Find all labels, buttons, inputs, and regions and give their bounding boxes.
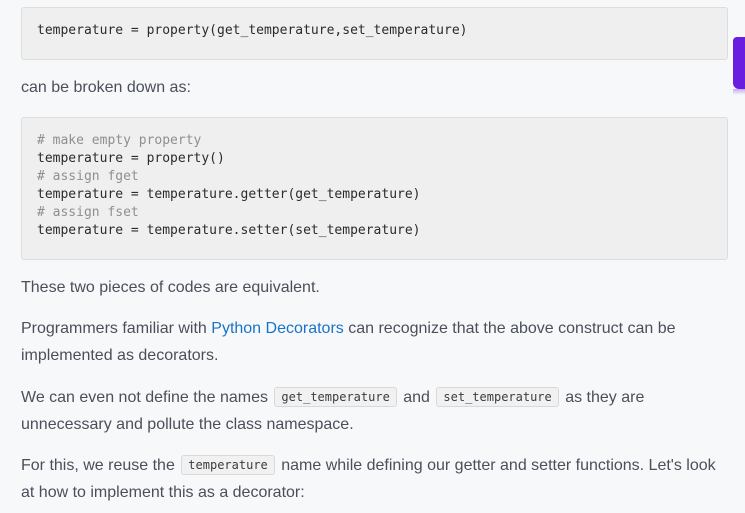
code-line: temperature = property(): [37, 151, 225, 166]
python-decorators-link[interactable]: Python Decorators: [211, 320, 344, 337]
paragraph-text: Programmers familiar with: [21, 320, 212, 337]
code-line: temperature = property(get_temperature,s…: [37, 23, 468, 38]
code-block-breakdown: # make empty property temperature = prop…: [21, 117, 728, 260]
paragraph-names: We can even not define the names get_tem…: [21, 384, 733, 438]
code-comment-line: # assign fget: [37, 169, 139, 184]
paragraph-equivalent: These two pieces of codes are equivalent…: [21, 279, 320, 296]
inline-code-temperature: temperature: [181, 455, 275, 475]
code-comment-line: # assign fset: [37, 205, 139, 220]
paragraph-text: We can even not define the names: [21, 389, 273, 406]
inline-code-set-temperature: set_temperature: [436, 387, 559, 407]
code-line: temperature = temperature.setter(set_tem…: [37, 223, 421, 238]
paragraph-text: For this, we reuse the: [21, 457, 180, 474]
paragraph-text: and: [398, 389, 435, 406]
paragraph-decorators: Programmers familiar with Python Decorat…: [21, 315, 733, 369]
article-content: temperature = property(get_temperature,s…: [0, 0, 745, 513]
inline-code-get-temperature: get_temperature: [274, 387, 397, 407]
code-comment-line: # make empty property: [37, 133, 202, 148]
code-block-property-call: temperature = property(get_temperature,s…: [21, 7, 728, 60]
side-feedback-tab[interactable]: [733, 37, 745, 95]
paragraph-reuse: For this, we reuse the temperature name …: [21, 452, 733, 506]
code-line: temperature = temperature.getter(get_tem…: [37, 187, 421, 202]
paragraph-broken-down: can be broken down as:: [21, 79, 191, 96]
